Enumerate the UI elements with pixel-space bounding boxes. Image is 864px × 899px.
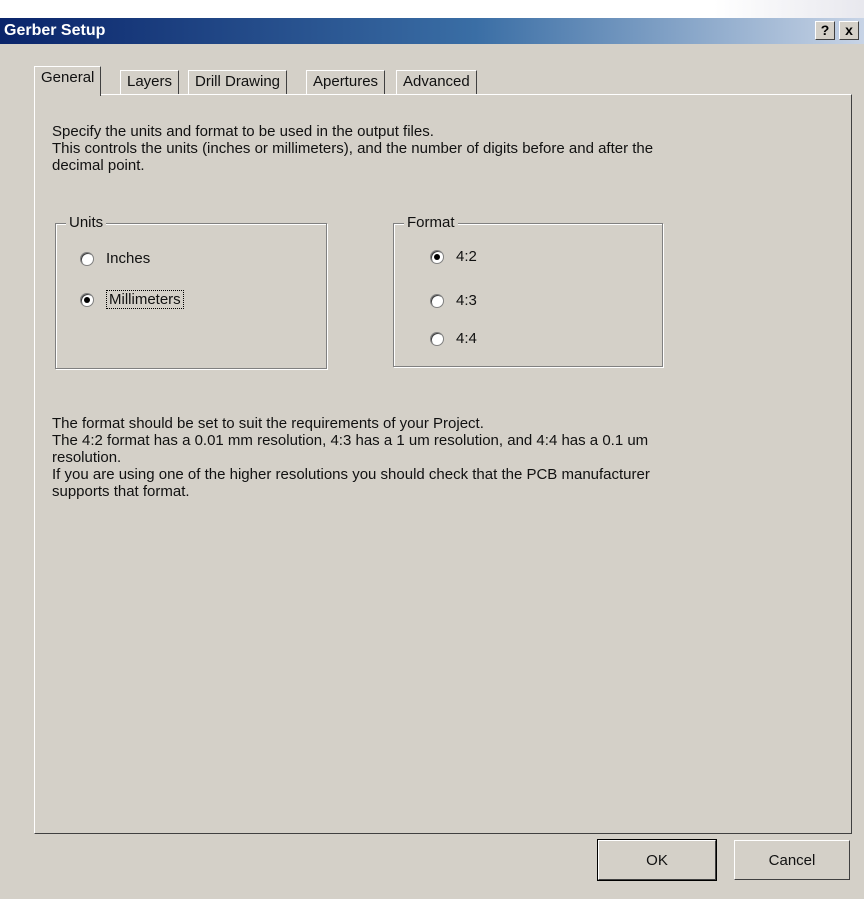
format-option-label: 4:2 xyxy=(456,248,477,265)
note-line: resolution. xyxy=(52,449,122,466)
radio-button[interactable] xyxy=(80,292,94,307)
note-line: If you are using one of the higher resol… xyxy=(52,466,650,483)
units-legend: Units xyxy=(66,214,107,231)
description-line: This controls the units (inches or milli… xyxy=(52,140,654,157)
tab-general[interactable]: General xyxy=(34,66,102,96)
description-line: decimal point. xyxy=(52,157,145,174)
units-option-inches[interactable]: Inches xyxy=(80,250,150,267)
general-tab-panel: Specify the units and format to be used … xyxy=(34,94,852,834)
units-option-label: Millimeters xyxy=(106,290,184,309)
format-group: Format 4:2 4:3 4:4 xyxy=(393,214,663,367)
format-note-text: The format should be set to suit the req… xyxy=(52,415,812,500)
units-group: Units Inches Millimeters xyxy=(55,214,327,369)
format-option-4-2[interactable]: 4:2 xyxy=(430,248,477,265)
description-line: Specify the units and format to be used … xyxy=(52,123,434,140)
format-option-4-4[interactable]: 4:4 xyxy=(430,330,477,347)
note-line: The format should be set to suit the req… xyxy=(52,415,484,432)
format-option-label: 4:4 xyxy=(456,330,477,347)
background-corner xyxy=(714,0,864,18)
close-button[interactable]: x xyxy=(839,21,859,40)
tab-advanced[interactable]: Advanced xyxy=(396,70,477,94)
format-legend: Format xyxy=(404,214,458,231)
title-bar: Gerber Setup ? x xyxy=(0,18,864,44)
radio-button[interactable] xyxy=(80,251,94,266)
radio-button[interactable] xyxy=(430,249,444,264)
description-text: Specify the units and format to be used … xyxy=(52,123,812,174)
tab-drill-drawing[interactable]: Drill Drawing xyxy=(188,70,288,94)
note-line: supports that format. xyxy=(52,483,190,500)
help-button[interactable]: ? xyxy=(815,21,835,40)
cancel-button[interactable]: Cancel xyxy=(734,840,850,880)
window-title: Gerber Setup xyxy=(4,22,106,39)
radio-button[interactable] xyxy=(430,293,444,308)
units-option-millimeters[interactable]: Millimeters xyxy=(80,290,184,309)
tab-apertures[interactable]: Apertures xyxy=(306,70,386,94)
format-option-4-3[interactable]: 4:3 xyxy=(430,292,477,309)
radio-button[interactable] xyxy=(430,331,444,346)
gerber-setup-dialog: Gerber Setup ? x General Layers Drill Dr… xyxy=(0,18,864,899)
units-option-label: Inches xyxy=(106,250,151,267)
note-line: The 4:2 format has a 0.01 mm resolution,… xyxy=(52,432,649,449)
format-option-label: 4:3 xyxy=(456,292,477,309)
tab-layers[interactable]: Layers xyxy=(120,70,180,94)
ok-button[interactable]: OK xyxy=(597,839,717,881)
